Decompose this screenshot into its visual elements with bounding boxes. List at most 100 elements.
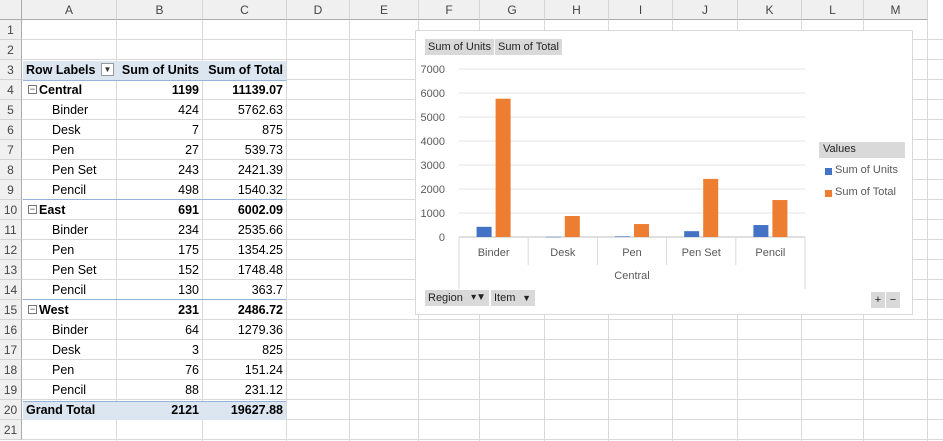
select-all-corner[interactable] [0,0,22,20]
row-header[interactable]: 1 [0,20,22,40]
item-units[interactable]: 175 [117,240,203,260]
item-units[interactable]: 27 [117,140,203,160]
row-header[interactable]: 20 [0,400,22,420]
item-label[interactable]: Pen [52,240,117,260]
collapse-region-icon[interactable]: − [28,85,37,94]
row-labels-filter-dropdown-icon[interactable]: ▼ [101,63,114,76]
item-total[interactable]: 5762.63 [203,100,287,120]
region-units[interactable]: 691 [117,200,203,220]
collapse-region-icon[interactable]: − [28,205,37,214]
item-total[interactable]: 151.24 [203,360,287,380]
row-header[interactable]: 5 [0,100,22,120]
item-field-button[interactable]: Item ▼ [491,290,535,306]
column-header[interactable]: B [117,0,203,20]
region-total[interactable]: 6002.09 [203,200,287,220]
item-total[interactable]: 825 [203,340,287,360]
column-header[interactable]: J [673,0,738,20]
total-bar[interactable] [703,178,719,237]
column-header[interactable]: I [609,0,673,20]
row-header[interactable]: 4 [0,80,22,100]
row-header[interactable]: 8 [0,160,22,180]
units-bar[interactable] [753,225,769,237]
row-header[interactable]: 3 [0,60,22,80]
row-header[interactable]: 18 [0,360,22,380]
item-total[interactable]: 539.73 [203,140,287,160]
item-units[interactable]: 7 [117,120,203,140]
row-header[interactable]: 10 [0,200,22,220]
row-header[interactable]: 2 [0,40,22,60]
column-header[interactable]: L [802,0,864,20]
total-bar[interactable] [564,216,580,237]
column-header[interactable]: H [545,0,609,20]
row-header[interactable]: 15 [0,300,22,320]
column-header[interactable]: K [738,0,802,20]
row-labels-header[interactable]: Row Labels [26,60,100,80]
total-bar[interactable] [495,98,511,238]
grand-total-units[interactable]: 2121 [117,400,203,420]
item-total[interactable]: 231.12 [203,380,287,400]
expand-field-button[interactable]: + [871,292,885,308]
item-units[interactable]: 234 [117,220,203,240]
grand-total-label[interactable]: Grand Total [26,400,117,420]
total-bar[interactable] [772,200,788,237]
column-header[interactable]: G [480,0,545,20]
region-units[interactable]: 1199 [117,80,203,100]
column-header[interactable]: E [350,0,419,20]
region-label[interactable]: Central [39,80,117,100]
collapse-field-button[interactable]: − [886,292,900,308]
item-total[interactable]: 1748.48 [203,260,287,280]
item-label[interactable]: Pen Set [52,160,117,180]
pivot-chart[interactable]: Sum of Units Sum of Total 0 1000 2000 3000 4… [415,30,913,315]
item-total[interactable]: 363.7 [203,280,287,300]
item-label[interactable]: Binder [52,220,117,240]
row-header[interactable]: 9 [0,180,22,200]
row-header[interactable]: 7 [0,140,22,160]
collapse-region-icon[interactable]: − [28,305,37,314]
item-total[interactable]: 1540.32 [203,180,287,200]
item-units[interactable]: 152 [117,260,203,280]
row-header[interactable]: 14 [0,280,22,300]
item-total[interactable]: 1279.36 [203,320,287,340]
region-total[interactable]: 11139.07 [203,80,287,100]
total-bar[interactable] [634,224,649,237]
region-units[interactable]: 231 [117,300,203,320]
sum-of-total-header[interactable]: Sum of Total [203,60,287,80]
row-header[interactable]: 21 [0,420,22,440]
item-label[interactable]: Binder [52,100,117,120]
item-total[interactable]: 2421.39 [203,160,287,180]
item-label[interactable]: Desk [52,340,117,360]
item-total[interactable]: 2535.66 [203,220,287,240]
row-header[interactable]: 16 [0,320,22,340]
item-units[interactable]: 424 [117,100,203,120]
item-units[interactable]: 88 [117,380,203,400]
units-bar[interactable] [615,236,630,237]
item-total[interactable]: 875 [203,120,287,140]
item-label[interactable]: Pencil [52,180,117,200]
region-label[interactable]: West [39,300,117,320]
sum-of-units-header[interactable]: Sum of Units [117,60,203,80]
item-label[interactable]: Pen [52,360,117,380]
units-bar[interactable] [476,226,492,237]
column-header[interactable]: C [203,0,287,20]
region-label[interactable]: East [39,200,117,220]
row-header[interactable]: 6 [0,120,22,140]
row-header[interactable]: 11 [0,220,22,240]
column-header[interactable]: D [287,0,350,20]
region-field-button[interactable]: Region ▾▼ [425,290,489,306]
item-label[interactable]: Pencil [52,280,117,300]
units-bar[interactable] [545,236,561,238]
item-label[interactable]: Binder [52,320,117,340]
item-label[interactable]: Pen Set [52,260,117,280]
item-label[interactable]: Pen [52,140,117,160]
row-header[interactable]: 19 [0,380,22,400]
column-header[interactable]: F [419,0,480,20]
column-header[interactable]: M [864,0,928,20]
item-label[interactable]: Pencil [52,380,117,400]
item-label[interactable]: Desk [52,120,117,140]
item-units[interactable]: 130 [117,280,203,300]
item-units[interactable]: 76 [117,360,203,380]
grand-total-value[interactable]: 19627.88 [203,400,287,420]
item-units[interactable]: 64 [117,320,203,340]
item-total[interactable]: 1354.25 [203,240,287,260]
row-header[interactable]: 12 [0,240,22,260]
